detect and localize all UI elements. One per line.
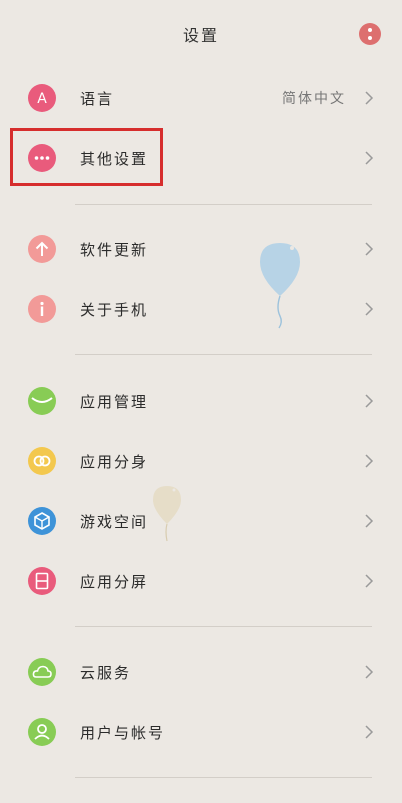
settings-item-user-account[interactable]: 用户与帐号 [0, 707, 402, 757]
settings-item-app-clone[interactable]: 应用分身 [0, 436, 402, 486]
settings-item-label: 云服务 [80, 664, 132, 682]
language-icon: A [28, 84, 56, 112]
divider [75, 354, 372, 355]
settings-item-label: 游戏空间 [80, 513, 149, 531]
chevron-right-icon [365, 725, 374, 739]
split-screen-icon [28, 567, 56, 595]
settings-item-label: 语言 [80, 90, 115, 108]
chevron-right-icon [365, 665, 374, 679]
chevron-right-icon [365, 91, 374, 105]
chevron-right-icon [365, 302, 374, 316]
more-vertical-icon[interactable] [359, 23, 381, 45]
chevron-right-icon [365, 151, 374, 165]
chevron-right-icon [365, 574, 374, 588]
settings-item-label: 应用分屏 [80, 573, 149, 591]
divider [75, 204, 372, 205]
settings-item-split-screen[interactable]: 应用分屏 [0, 556, 402, 606]
settings-item-language[interactable]: A 语言 简体中文 [0, 73, 402, 123]
language-value: 简体中文 [282, 91, 346, 107]
upload-arrow-icon [28, 235, 56, 263]
chevron-right-icon [365, 454, 374, 468]
app-clone-icon [28, 447, 56, 475]
info-icon [28, 295, 56, 323]
chevron-right-icon [365, 242, 374, 256]
chevron-right-icon [365, 514, 374, 528]
header: 设置 [0, 0, 402, 68]
settings-item-label: 软件更新 [80, 241, 149, 259]
divider [75, 777, 372, 778]
settings-item-label: 用户与帐号 [80, 724, 166, 742]
settings-item-label: 应用管理 [80, 393, 149, 411]
app-management-icon [28, 387, 56, 415]
settings-item-app-management[interactable]: 应用管理 [0, 376, 402, 426]
settings-item-cloud-service[interactable]: 云服务 [0, 647, 402, 697]
chevron-right-icon [365, 394, 374, 408]
blue-balloon-decoration [260, 243, 300, 329]
settings-item-about-phone[interactable]: 关于手机 [0, 284, 402, 334]
highlight-box [10, 128, 163, 186]
cloud-icon [28, 658, 56, 686]
settings-item-game-space[interactable]: 游戏空间 [0, 496, 402, 546]
user-icon [28, 718, 56, 746]
settings-item-software-update[interactable]: 软件更新 [0, 224, 402, 274]
settings-item-label: 关于手机 [80, 301, 149, 319]
svg-text:A: A [37, 91, 47, 107]
settings-item-label: 应用分身 [80, 453, 149, 471]
beige-balloon-decoration [153, 486, 181, 542]
game-space-icon [28, 507, 56, 535]
divider [75, 626, 372, 627]
page-title: 设置 [182, 26, 219, 45]
